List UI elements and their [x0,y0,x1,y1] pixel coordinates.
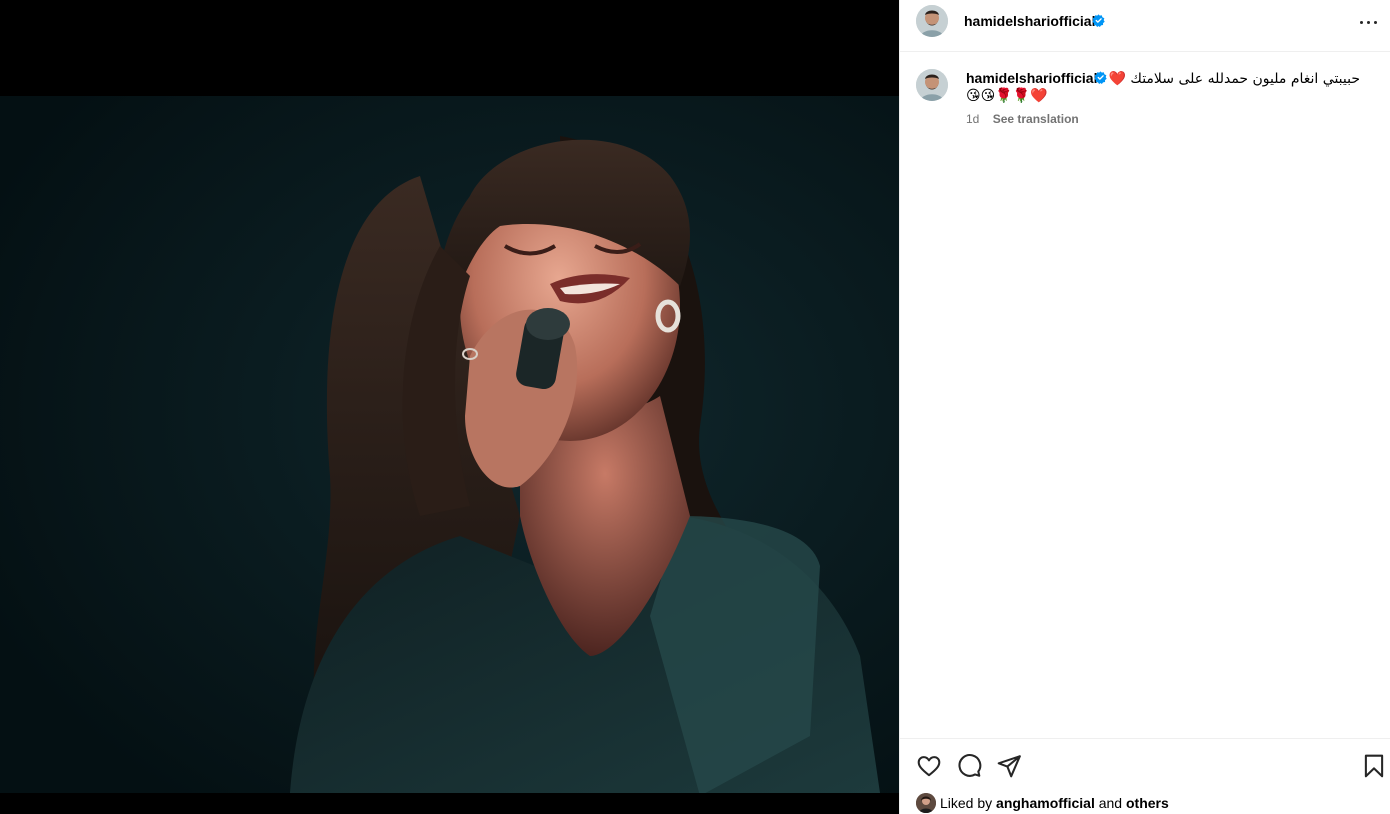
caption-author-avatar[interactable] [916,69,948,101]
post-media[interactable] [0,0,899,814]
post-side-panel: hamidelshariofficial hamidelshariofficia… [899,0,1390,814]
send-icon[interactable] [996,753,1022,779]
caption-text: حبيبتي انغام مليون حمدلله على سلامتك ❤️ [1108,71,1360,87]
likes-joiner: and [1098,795,1123,811]
comment-icon[interactable] [956,753,982,779]
verified-badge-icon [1092,14,1105,27]
post-photo[interactable] [0,96,899,793]
see-translation-button[interactable]: See translation [993,112,1079,126]
caption-emojis: 😘😘🌹🌹❤️ [966,88,1048,104]
likes-summary: Liked by anghamofficial and others [916,793,1169,813]
liked-by-label: Liked by [940,795,993,811]
more-horizontal-icon [1360,21,1363,24]
author-avatar[interactable] [916,5,948,37]
caption-username[interactable]: hamidelshariofficial [966,70,1097,86]
likes-others-link[interactable]: others [1126,795,1169,811]
heart-icon[interactable] [916,753,942,779]
more-options-button[interactable] [1358,12,1380,32]
verified-badge-icon [1094,71,1107,84]
caption-meta: 1d See translation [966,112,1079,126]
instagram-post: hamidelshariofficial hamidelshariofficia… [0,0,1390,814]
liker-avatar[interactable] [916,793,936,813]
liker-username[interactable]: anghamofficial [996,795,1095,811]
bookmark-icon[interactable] [1361,753,1387,779]
post-actions: Liked by anghamofficial and others [900,738,1390,814]
post-timestamp[interactable]: 1d [966,112,979,126]
post-header: hamidelshariofficial [900,0,1390,52]
author-username[interactable]: hamidelshariofficial [964,13,1095,29]
